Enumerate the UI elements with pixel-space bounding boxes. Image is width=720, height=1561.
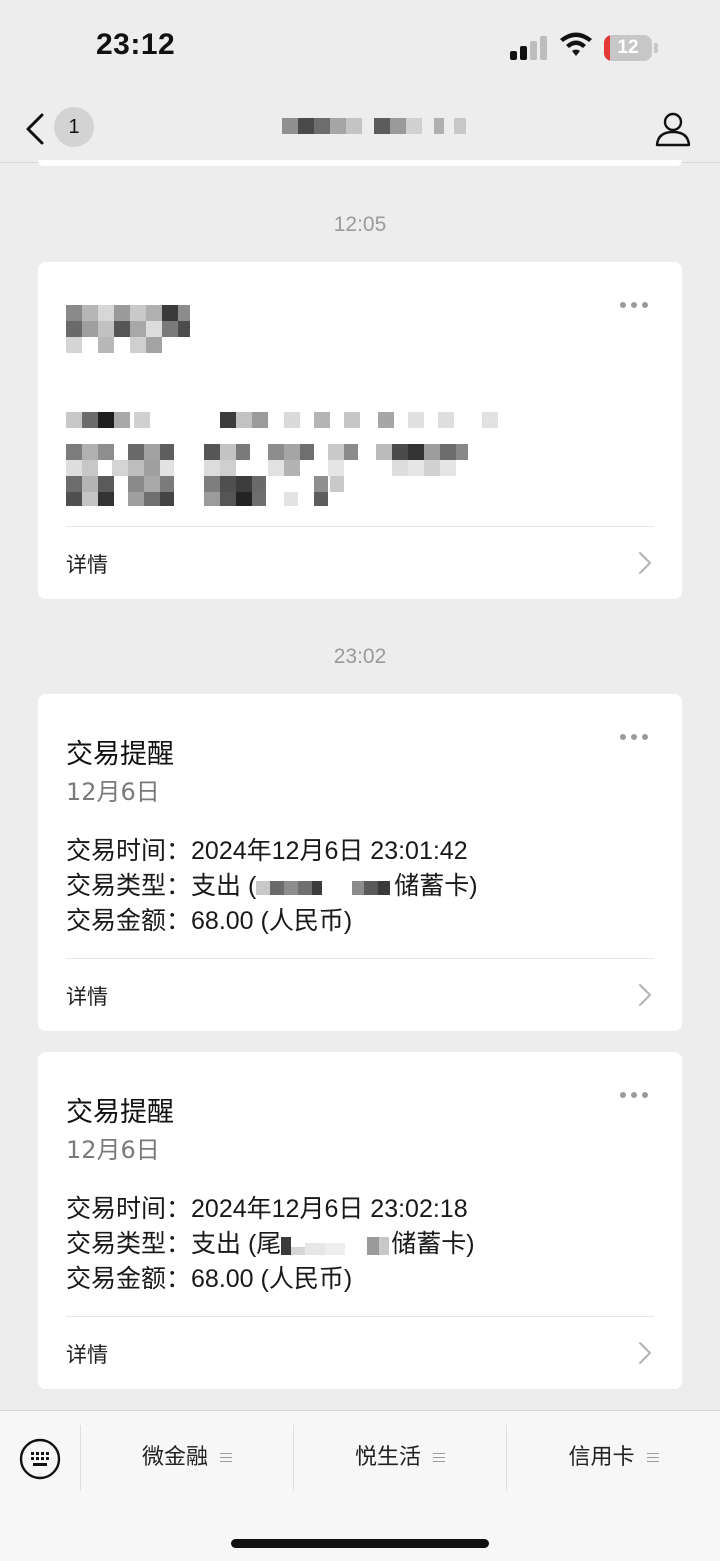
- row-label: 交易类型：: [66, 1229, 192, 1258]
- transaction-time-row: 交易时间：2024年12月6日 23:01:42: [66, 834, 468, 868]
- row-label: 交易类型：: [66, 871, 192, 900]
- chevron-left-icon[interactable]: [20, 109, 52, 149]
- bottom-menu-bar: 微金融 悦生活 信用卡: [0, 1410, 720, 1561]
- wifi-icon: [560, 32, 592, 56]
- transaction-alert-card[interactable]: 交易提醒 12月6日 交易时间：2024年12月6日 23:02:18 交易类型…: [38, 1052, 682, 1389]
- row-value-suffix: 储蓄卡): [391, 1230, 475, 1258]
- row-label: 交易金额：: [66, 906, 192, 935]
- message-timestamp: 23:02: [333, 645, 387, 668]
- chevron-right-icon: [639, 552, 651, 574]
- detail-link[interactable]: 详情: [38, 959, 682, 1031]
- row-value: 68.00 (人民币): [191, 1265, 353, 1293]
- card-title: 交易提醒: [66, 1097, 174, 1128]
- person-icon[interactable]: [652, 109, 694, 149]
- row-value: 2024年12月6日 23:01:42: [191, 837, 468, 865]
- transaction-type-row: 交易类型：支出 (尾 储蓄卡): [66, 1227, 475, 1261]
- transaction-amount-row: 交易金额：68.00 (人民币): [66, 904, 352, 938]
- previous-card-edge: [38, 160, 682, 166]
- transaction-alert-card[interactable]: 交易提醒 12月6日 交易时间：2024年12月6日 23:01:42 交易类型…: [38, 694, 682, 1031]
- transaction-amount-row: 交易金额：68.00 (人民币): [66, 1262, 352, 1296]
- card-number-redacted: [281, 1233, 391, 1257]
- signal-icon: [510, 36, 548, 60]
- more-icon[interactable]: [618, 734, 650, 742]
- keyboard-icon[interactable]: [18, 1437, 62, 1481]
- message-card-redacted[interactable]: 详情: [38, 262, 682, 599]
- transaction-type-row: 交易类型：支出 ( 储蓄卡): [66, 869, 478, 903]
- row-value-suffix: 储蓄卡): [394, 872, 478, 900]
- nav-bar: 1: [0, 95, 720, 163]
- card-date: 12月6日: [66, 778, 160, 806]
- nav-title-redacted: [282, 118, 468, 136]
- status-time: 23:12: [96, 28, 176, 61]
- home-indicator[interactable]: [231, 1539, 489, 1548]
- row-value: 2024年12月6日 23:02:18: [191, 1195, 468, 1223]
- status-bar: 23:12 12: [0, 0, 720, 95]
- more-icon[interactable]: [618, 302, 650, 310]
- row-value-prefix: 支出 (尾: [191, 1230, 282, 1258]
- chevron-right-icon: [639, 984, 651, 1006]
- detail-label: 详情: [66, 553, 108, 577]
- detail-label: 详情: [66, 985, 108, 1009]
- chevron-right-icon: [639, 1342, 651, 1364]
- menu-icon: [220, 1452, 232, 1463]
- more-icon[interactable]: [618, 1092, 650, 1100]
- menu-icon: [646, 1452, 659, 1463]
- battery-icon: 12: [604, 35, 658, 61]
- menu-item-label: 信用卡: [568, 1445, 635, 1470]
- unread-count-badge[interactable]: 1: [54, 107, 94, 147]
- card-date: 12月6日: [66, 1136, 160, 1164]
- row-label: 交易时间：: [66, 1194, 192, 1223]
- battery-percent: 12: [617, 37, 639, 58]
- detail-label: 详情: [66, 1343, 108, 1367]
- card-number-redacted: [256, 875, 394, 899]
- menu-item-credit-card[interactable]: 信用卡: [507, 1425, 720, 1491]
- detail-link[interactable]: 详情: [38, 527, 682, 599]
- menu-item-label: 悦生活: [354, 1445, 421, 1470]
- row-label: 交易时间：: [66, 836, 192, 865]
- menu-item-micro-finance[interactable]: 微金融: [81, 1425, 293, 1491]
- menu-item-label: 微金融: [141, 1445, 208, 1470]
- row-value-prefix: 支出 (: [191, 872, 257, 900]
- transaction-time-row: 交易时间：2024年12月6日 23:02:18: [66, 1192, 468, 1226]
- menu-icon: [433, 1452, 445, 1463]
- menu-item-joy-life[interactable]: 悦生活: [294, 1425, 506, 1491]
- row-value: 68.00 (人民币): [191, 907, 353, 935]
- card-title: 交易提醒: [66, 739, 174, 770]
- detail-link[interactable]: 详情: [38, 1317, 682, 1389]
- row-label: 交易金额：: [66, 1264, 192, 1293]
- message-timestamp: 12:05: [333, 213, 387, 236]
